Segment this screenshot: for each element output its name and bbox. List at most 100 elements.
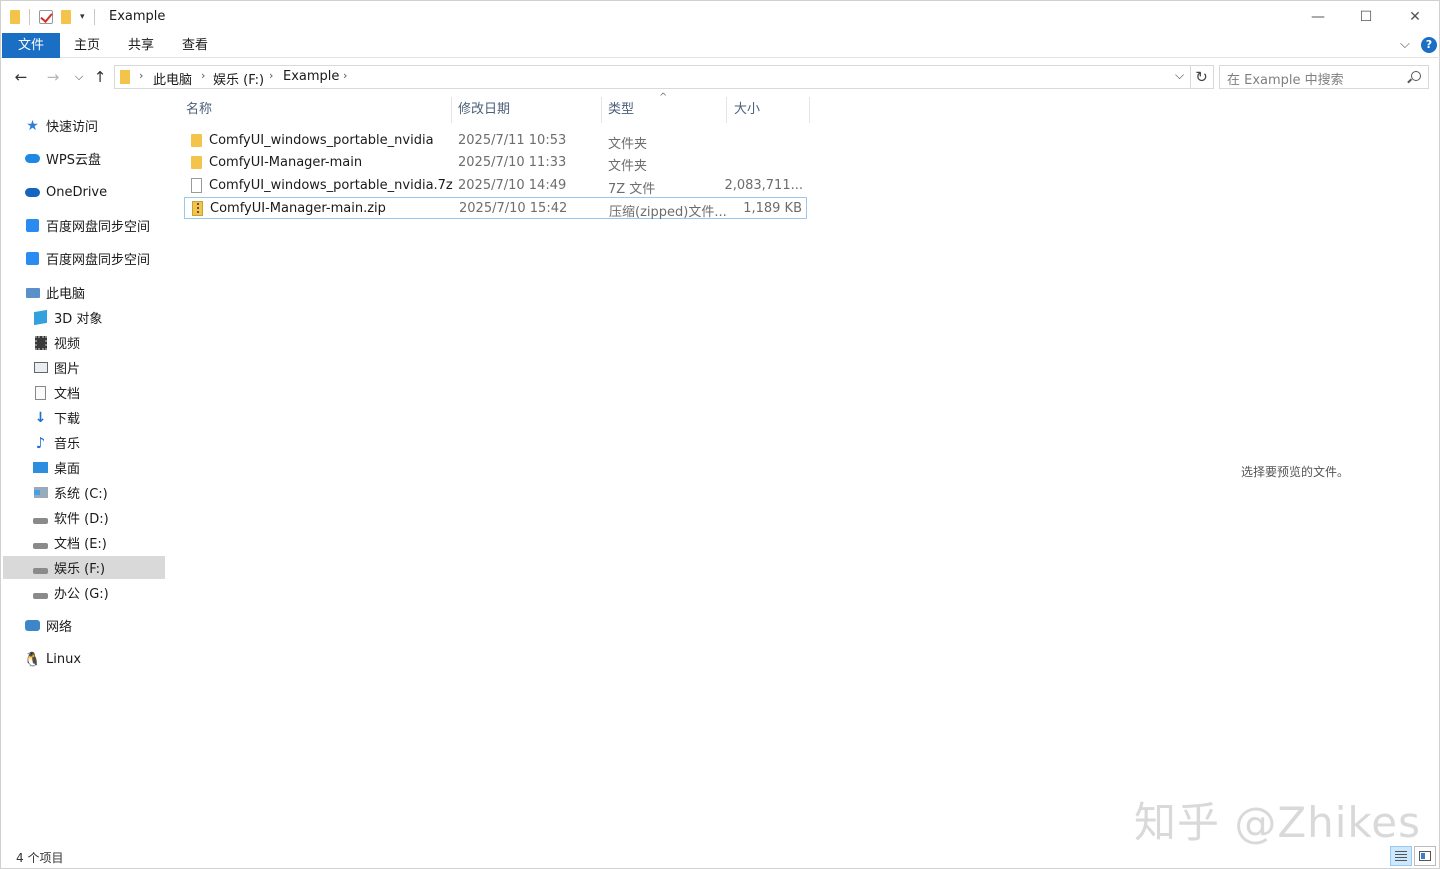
- onedrive-icon: [25, 186, 40, 200]
- folder-icon: [191, 134, 202, 147]
- preview-placeholder: 选择要预览的文件。: [1241, 465, 1350, 479]
- nav-item-baidu-sync-2[interactable]: 百度网盘同步空间: [25, 247, 187, 270]
- linux-icon: 🐧: [23, 651, 42, 668]
- file-icon: [191, 178, 202, 193]
- file-date: 2025/7/10 15:42: [459, 201, 568, 216]
- nav-item-label: 视频: [54, 337, 81, 352]
- video-icon: [33, 335, 48, 350]
- tab-file[interactable]: 文件: [2, 33, 60, 58]
- nav-item-label: 此电脑: [46, 287, 86, 302]
- table-row[interactable]: ComfyUI-Manager-main 2025/7/10 11:33 文件夹: [184, 152, 807, 174]
- refresh-button[interactable]: ↻: [1190, 65, 1214, 89]
- chevron-right-icon[interactable]: ›: [201, 69, 205, 82]
- window-title: Example: [109, 9, 166, 24]
- file-type: 文件夹: [608, 159, 648, 174]
- nav-item-network[interactable]: 网络: [25, 614, 187, 637]
- file-size: 1,189 KB: [743, 201, 802, 216]
- expand-ribbon-icon[interactable]: ⌵: [1400, 37, 1410, 52]
- nav-item-drive-f[interactable]: 娱乐 (F:): [3, 556, 165, 579]
- back-button[interactable]: ←: [11, 67, 31, 87]
- column-header-date[interactable]: 修改日期: [458, 97, 510, 123]
- chevron-right-icon[interactable]: ›: [343, 69, 347, 82]
- column-divider[interactable]: [809, 97, 810, 123]
- large-icons-view-button[interactable]: [1414, 846, 1436, 866]
- column-divider[interactable]: [451, 97, 452, 123]
- close-button[interactable]: ✕: [1391, 1, 1439, 33]
- nav-item-label: 办公 (G:): [54, 587, 109, 602]
- explorer-window: ▾ Example — ☐ ✕ 文件 主页 共享 查看 ⌵ ? ← → ⌵ ↑ …: [0, 0, 1440, 869]
- properties-icon[interactable]: [39, 10, 53, 24]
- music-icon: ♪: [35, 433, 46, 452]
- tab-view[interactable]: 查看: [173, 33, 217, 58]
- breadcrumb-example[interactable]: Example: [283, 69, 339, 84]
- recent-locations-dropdown-icon[interactable]: ⌵: [69, 67, 89, 87]
- up-button[interactable]: ↑: [90, 67, 110, 87]
- folder-icon: [120, 70, 130, 84]
- nav-item-3d-objects[interactable]: 3D 对象: [33, 306, 195, 329]
- nav-item-quick-access[interactable]: ★ 快速访问: [25, 114, 187, 137]
- nav-item-drive-g[interactable]: 办公 (G:): [33, 581, 195, 604]
- chevron-right-icon[interactable]: ›: [139, 69, 143, 82]
- table-row-selected[interactable]: ComfyUI-Manager-main.zip 2025/7/10 15:42…: [184, 197, 807, 220]
- cube-icon: [33, 309, 48, 326]
- chevron-right-icon[interactable]: ›: [269, 69, 273, 82]
- nav-item-wps-cloud[interactable]: WPS云盘: [25, 147, 187, 170]
- search-placeholder: 在 Example 中搜索: [1227, 73, 1344, 88]
- baidu-icon: [25, 219, 40, 233]
- nav-item-drive-c[interactable]: 系统 (C:): [33, 481, 195, 504]
- nav-item-label: 娱乐 (F:): [54, 562, 106, 577]
- nav-item-label: 文档 (E:): [54, 537, 107, 552]
- nav-item-pictures[interactable]: 图片: [33, 356, 195, 379]
- breadcrumb-this-pc[interactable]: 此电脑: [153, 69, 192, 88]
- title-bar: ▾ Example — ☐ ✕: [1, 1, 1440, 33]
- nav-item-baidu-sync-1[interactable]: 百度网盘同步空间: [25, 214, 187, 237]
- forward-button[interactable]: →: [43, 67, 63, 87]
- help-icon[interactable]: ?: [1421, 37, 1437, 53]
- nav-item-linux[interactable]: 🐧 Linux: [23, 648, 187, 671]
- column-divider[interactable]: [726, 97, 727, 123]
- nav-item-videos[interactable]: 视频: [33, 331, 195, 354]
- nav-item-desktop[interactable]: 桌面: [33, 456, 195, 479]
- nav-item-documents[interactable]: 文档: [33, 381, 195, 404]
- details-view-icon: [1395, 851, 1407, 861]
- nav-item-label: 百度网盘同步空间: [46, 253, 151, 268]
- nav-item-this-pc[interactable]: 此电脑: [25, 281, 187, 304]
- toolbar-divider: [93, 9, 95, 25]
- baidu-icon: [25, 252, 40, 266]
- nav-item-label: 桌面: [54, 462, 81, 477]
- nav-item-downloads[interactable]: ↓ 下载: [33, 406, 195, 429]
- details-view-button[interactable]: [1390, 846, 1412, 866]
- column-header-type[interactable]: 类型: [608, 97, 634, 123]
- search-icon[interactable]: [1411, 71, 1421, 81]
- tab-home[interactable]: 主页: [65, 33, 109, 58]
- breadcrumb-drive-f[interactable]: 娱乐 (F:): [213, 69, 264, 88]
- nav-item-drive-e[interactable]: 文档 (E:): [33, 531, 195, 554]
- file-name: ComfyUI_windows_portable_nvidia: [209, 133, 434, 148]
- new-folder-icon[interactable]: [61, 10, 71, 24]
- column-divider[interactable]: [601, 97, 602, 123]
- file-date: 2025/7/11 10:53: [458, 133, 567, 148]
- file-size: 2,083,711...: [724, 178, 803, 193]
- nav-item-music[interactable]: ♪ 音乐: [33, 431, 195, 454]
- address-dropdown-icon[interactable]: ⌵: [1175, 68, 1184, 83]
- nav-item-label: 软件 (D:): [54, 512, 109, 527]
- nav-item-label: 图片: [54, 362, 81, 377]
- file-name: ComfyUI-Manager-main: [209, 155, 363, 170]
- column-header-size[interactable]: 大小: [734, 97, 760, 123]
- minimize-button[interactable]: —: [1294, 1, 1342, 33]
- column-header-name[interactable]: 名称: [186, 97, 212, 123]
- maximize-button[interactable]: ☐: [1342, 1, 1390, 33]
- nav-item-onedrive[interactable]: OneDrive: [25, 181, 187, 204]
- tab-share[interactable]: 共享: [119, 33, 163, 58]
- customize-toolbar-dropdown-icon[interactable]: ▾: [80, 12, 85, 22]
- table-row[interactable]: ComfyUI_windows_portable_nvidia.7z 2025/…: [184, 175, 807, 197]
- computer-icon: [25, 286, 40, 300]
- nav-item-drive-d[interactable]: 软件 (D:): [33, 506, 195, 529]
- table-row[interactable]: ComfyUI_windows_portable_nvidia 2025/7/1…: [184, 130, 807, 152]
- nav-item-label: 系统 (C:): [54, 487, 108, 502]
- navigation-bar: ← → ⌵ ↑ › 此电脑 › 娱乐 (F:) › Example › ⌵ ↻ …: [1, 61, 1440, 93]
- folder-icon[interactable]: [10, 10, 20, 24]
- address-bar[interactable]: › 此电脑 › 娱乐 (F:) › Example › ⌵: [114, 65, 1191, 89]
- search-input[interactable]: 在 Example 中搜索: [1219, 65, 1429, 89]
- nav-item-label: WPS云盘: [46, 153, 101, 168]
